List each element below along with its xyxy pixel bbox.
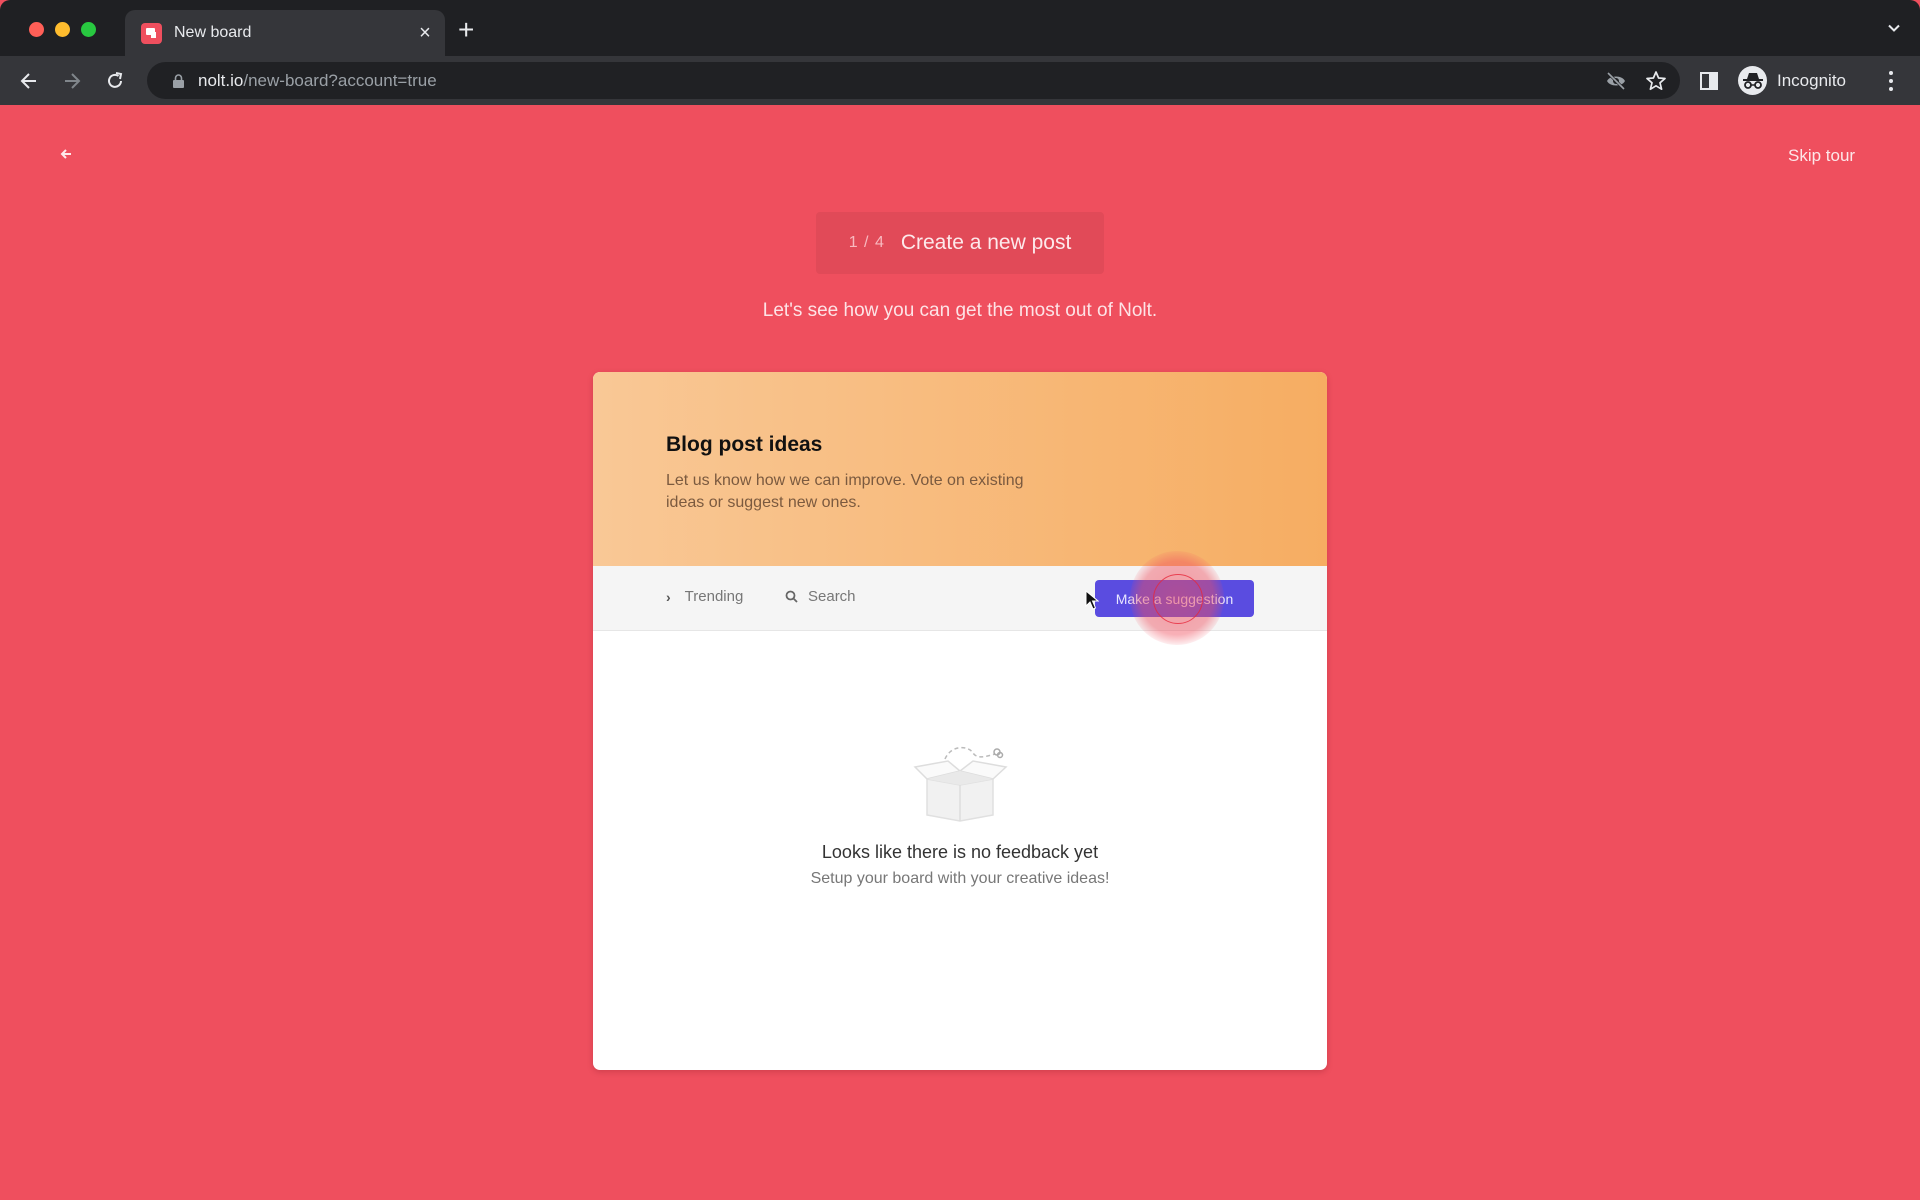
make-suggestion-button[interactable]: Make a suggestion [1095, 580, 1254, 617]
address-bar[interactable]: nolt.io/new-board?account=true [147, 62, 1680, 99]
board-header: Blog post ideas Let us know how we can i… [593, 372, 1327, 566]
sort-dropdown[interactable]: › Trending [666, 588, 743, 605]
eye-off-icon [1606, 71, 1626, 91]
tab-title: New board [174, 24, 252, 41]
lock-icon [173, 73, 184, 88]
url-path: /new-board?account=true [243, 70, 437, 90]
browser-tabstrip: New board × + [0, 0, 1920, 56]
board-title: Blog post ideas [666, 433, 823, 456]
forward-button[interactable] [57, 66, 87, 96]
search-icon [785, 590, 798, 603]
empty-state-title: Looks like there is no feedback yet [821, 842, 1099, 862]
tracking-protection-button[interactable] [1603, 68, 1629, 94]
back-icon [20, 73, 36, 89]
step-title: Create a new post [900, 231, 1072, 254]
empty-box-icon [913, 746, 1008, 822]
reload-icon [108, 72, 123, 88]
tab-close-icon[interactable]: × [405, 22, 445, 45]
window-minimize-button[interactable] [55, 22, 70, 37]
star-icon [1646, 71, 1666, 91]
profile-button[interactable]: Incognito [1736, 62, 1866, 99]
profile-label: Incognito [1777, 70, 1846, 90]
forward-icon [65, 73, 81, 89]
chevron-right-icon: › [666, 588, 671, 605]
window-close-button[interactable] [29, 22, 44, 37]
sort-label: Trending [684, 588, 744, 605]
side-panel-icon [1700, 72, 1718, 90]
window-maximize-button[interactable] [81, 22, 96, 37]
back-button[interactable] [14, 66, 44, 96]
browser-menu-icon[interactable] [1884, 66, 1898, 96]
board-preview-card: Blog post ideas Let us know how we can i… [593, 372, 1327, 1070]
back-arrow-icon[interactable] [58, 146, 74, 162]
tour-subtitle: Let's see how you can get the most out o… [762, 300, 1158, 321]
board-description: Let us know how we can improve. Vote on … [666, 472, 1024, 511]
new-tab-button[interactable]: + [458, 16, 474, 44]
nolt-logo-icon [141, 22, 162, 44]
browser-toolbar: nolt.io/new-board?account=true Incognito [0, 56, 1920, 105]
browser-tab-active[interactable]: New board × [125, 10, 445, 56]
reload-button[interactable] [100, 66, 130, 96]
skip-tour-link[interactable]: Skip tour [1788, 146, 1855, 166]
step-count: 1 / 4 [848, 234, 885, 251]
tab-search-chevron-icon[interactable] [1888, 22, 1900, 34]
onboarding-page: Skip tour 1 / 4 Create a new post Let's … [0, 105, 1920, 1200]
tour-step-indicator: 1 / 4 Create a new post [816, 212, 1104, 274]
search-input[interactable]: Search [785, 588, 856, 605]
incognito-icon [1738, 66, 1767, 95]
search-placeholder: Search [808, 588, 856, 605]
url-host: nolt.io [198, 70, 244, 90]
empty-state-subtitle: Setup your board with your creative idea… [810, 870, 1110, 887]
side-panel-button[interactable] [1694, 66, 1724, 96]
bookmark-button[interactable] [1643, 68, 1669, 94]
board-toolbar: › Trending Search Make a suggestion [593, 551, 1327, 645]
